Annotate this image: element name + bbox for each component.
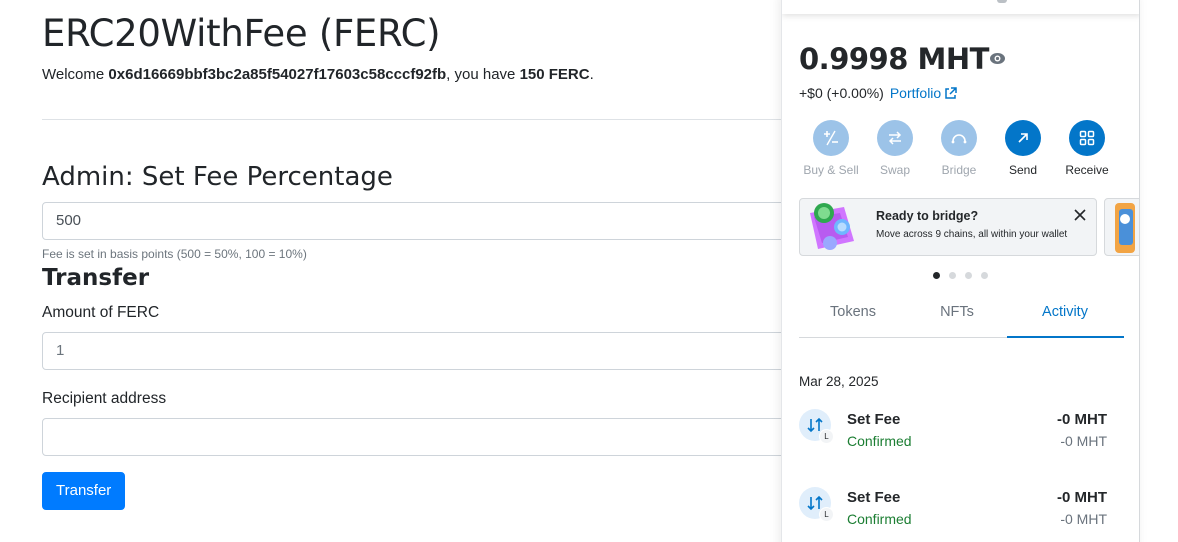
receive-action[interactable]: Receive — [1055, 120, 1119, 177]
network-badge: L — [819, 507, 834, 522]
activity-amount: -0 MHT — [1057, 489, 1107, 506]
balance-change: +$0 (+0.00%) — [799, 85, 884, 101]
activity-date: Mar 28, 2025 — [799, 374, 879, 389]
recipient-input[interactable] — [42, 418, 822, 456]
swap-arrows-icon — [877, 120, 913, 156]
tab-activity[interactable]: Activity — [1011, 303, 1119, 321]
qr-code-icon — [1069, 120, 1105, 156]
carousel-dot[interactable] — [949, 272, 956, 279]
receive-label: Receive — [1065, 163, 1109, 177]
carousel-dot[interactable] — [965, 272, 972, 279]
fee-input[interactable]: 500 — [42, 202, 822, 240]
next-promo-banner[interactable] — [1104, 198, 1139, 256]
fee-help-text: Fee is set in basis points (500 = 50%, 1… — [42, 247, 307, 261]
activity-item[interactable]: L Set Fee Confirmed -0 MHT -0 MHT — [799, 409, 1124, 453]
activity-amount: -0 MHT — [1057, 411, 1107, 428]
admin-heading: Admin: Set Fee Percentage — [42, 162, 393, 192]
close-icon[interactable] — [1072, 207, 1088, 223]
bridge-label: Bridge — [941, 163, 977, 177]
wallet-header — [782, 0, 1139, 14]
next-promo-illustration — [1115, 203, 1135, 253]
wallet-tabs: Tokens NFTs Activity — [799, 302, 1124, 338]
network-badge: L — [819, 429, 834, 444]
activity-secondary-amount: -0 MHT — [1060, 511, 1107, 527]
balance-amount: 0.9998 — [799, 42, 908, 76]
recipient-label: Recipient address — [42, 390, 167, 407]
active-tab-indicator — [1007, 336, 1124, 338]
bridge-promo-banner[interactable]: Ready to bridge? Move across 9 chains, a… — [799, 198, 1097, 256]
amount-label: Amount of FERC — [42, 304, 160, 321]
section-divider — [42, 119, 802, 120]
send-action[interactable]: Send — [991, 120, 1055, 177]
activity-title: Set Fee — [847, 411, 901, 428]
wallet-popup: 0.9998 MHT +$0 (+0.00%) Portfolio Buy & S… — [781, 0, 1140, 542]
tab-nfts[interactable]: NFTs — [903, 303, 1011, 321]
buy-sell-action[interactable]: Buy & Sell — [799, 120, 863, 177]
swap-label: Swap — [879, 163, 911, 177]
external-link-icon[interactable] — [944, 87, 957, 100]
welcome-message: Welcome 0x6d16669bbf3bc2a85f54027f17603c… — [42, 66, 594, 83]
activity-title: Set Fee — [847, 489, 901, 506]
swap-action[interactable]: Swap — [863, 120, 927, 177]
carousel-dot[interactable] — [981, 272, 988, 279]
balance-currency: MHT — [917, 42, 990, 76]
send-label: Send — [1008, 163, 1038, 177]
arrow-up-right-icon — [1005, 120, 1041, 156]
account-menu-chevron-icon[interactable] — [997, 0, 1007, 3]
wallet-actions: Buy & Sell Swap Bridge Send Receive — [799, 120, 1129, 180]
eye-icon[interactable] — [989, 52, 1006, 65]
transfer-button[interactable]: Transfer — [42, 472, 126, 510]
bridge-icon — [941, 120, 977, 156]
token-balance: 150 FERC — [519, 66, 590, 83]
banner-title: Ready to bridge? — [876, 209, 979, 223]
activity-status: Confirmed — [847, 433, 912, 449]
wallet-balance: 0.9998 MHT — [799, 42, 989, 76]
welcome-middle: , you have — [446, 66, 520, 83]
page-title: ERC20WithFee (FERC) — [42, 12, 441, 55]
bridge-action[interactable]: Bridge — [927, 120, 991, 177]
portfolio-link[interactable]: Portfolio — [890, 85, 941, 101]
transfer-heading: Transfer — [42, 265, 150, 291]
welcome-prefix: Welcome — [42, 66, 109, 83]
carousel-dot[interactable] — [933, 272, 940, 279]
activity-item[interactable]: L Set Fee Confirmed -0 MHT -0 MHT — [799, 487, 1124, 531]
tab-tokens[interactable]: Tokens — [799, 303, 907, 321]
account-address: 0x6d16669bbf3bc2a85f54027f17603c58cccf92… — [108, 66, 447, 83]
bridge-promo-illustration — [810, 203, 854, 250]
welcome-suffix: . — [589, 66, 594, 83]
buy-sell-label: Buy & Sell — [803, 163, 859, 177]
banner-subtitle: Move across 9 chains, all within your wa… — [876, 229, 1068, 240]
activity-status: Confirmed — [847, 511, 912, 527]
activity-secondary-amount: -0 MHT — [1060, 433, 1107, 449]
amount-input[interactable]: 1 — [42, 332, 822, 370]
plus-minus-icon — [813, 120, 849, 156]
balance-change-row: +$0 (+0.00%) Portfolio — [799, 85, 957, 101]
